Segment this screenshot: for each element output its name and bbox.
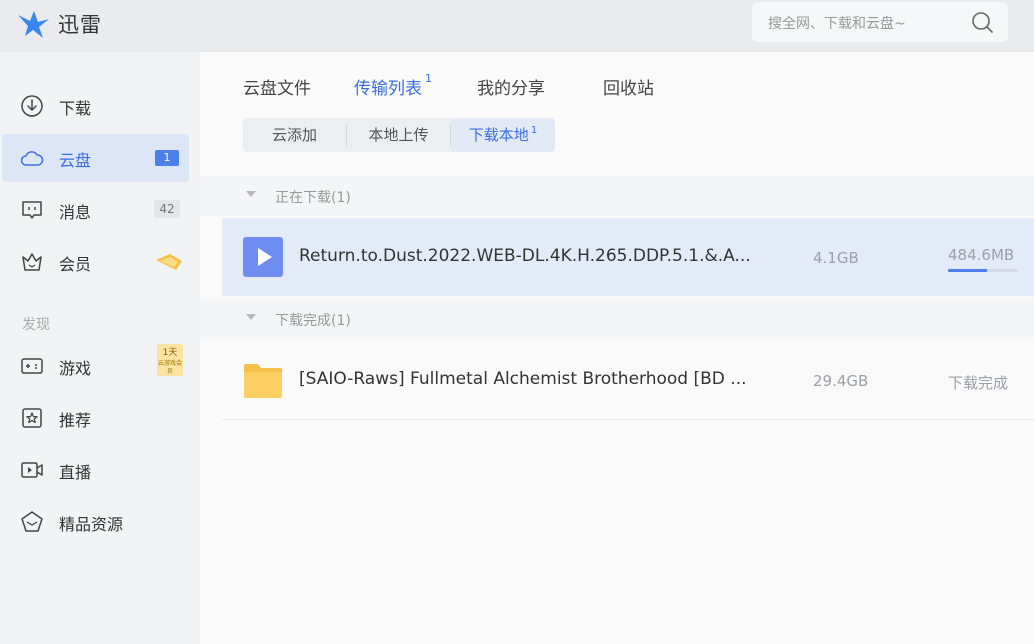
progress-bar bbox=[948, 269, 1018, 272]
list-item[interactable]: Return.to.Dust.2022.WEB-DL.4K.H.265.DDP.… bbox=[222, 218, 1034, 296]
collapse-arrow-icon[interactable] bbox=[246, 314, 256, 320]
search-box[interactable]: 搜全网、下载和云盘~ bbox=[752, 2, 1008, 42]
video-play-icon bbox=[243, 237, 283, 277]
tab-label: 传输列表 bbox=[354, 79, 422, 99]
count-badge: 42 bbox=[154, 200, 180, 218]
tab-transfer-list[interactable]: 传输列表1 bbox=[354, 72, 432, 99]
tag-bottom: 云游戏会员 bbox=[157, 360, 182, 375]
subtab-label: 下载本地 bbox=[468, 126, 529, 144]
group-title: 正在下载(1) bbox=[275, 190, 351, 206]
status-text: 下载完成 bbox=[948, 374, 1009, 392]
subtab-cloud-add[interactable]: 云添加 bbox=[243, 118, 346, 152]
tag-top: 1天 bbox=[162, 348, 178, 358]
vip-ticket-icon bbox=[156, 254, 182, 270]
sidebar-item-vip[interactable]: 会员 bbox=[2, 238, 189, 286]
search-input[interactable]: 搜全网、下载和云盘~ bbox=[768, 13, 906, 33]
top-bar: 迅雷 搜全网、下载和云盘~ bbox=[0, 0, 1034, 52]
sidebar-item-label: 游戏 bbox=[59, 359, 92, 378]
app-logo[interactable]: 迅雷 bbox=[16, 6, 102, 42]
sidebar-item-label: 精品资源 bbox=[59, 515, 124, 534]
subtab-bar: 云添加 本地上传 下载本地 1 bbox=[243, 118, 555, 152]
app-title: 迅雷 bbox=[58, 13, 102, 37]
sidebar-item-messages[interactable]: 消息 42 bbox=[2, 186, 189, 234]
subtab-download-local[interactable]: 下载本地 1 bbox=[451, 118, 555, 152]
file-size: 4.1GB bbox=[813, 249, 859, 267]
main-panel: 云盘文件 传输列表1 我的分享 回收站 云添加 本地上传 下载本地 1 正在下载(… bbox=[200, 52, 1034, 644]
divider bbox=[222, 419, 1034, 420]
list-item[interactable]: [SAIO-Raws] Fullmetal Alchemist Brotherh… bbox=[222, 341, 1034, 419]
gamepad-icon bbox=[21, 358, 43, 374]
sidebar: 下载 云盘 1 消息 42 会员 发现 游戏 1天 云游戏会员 推荐 直播 精品… bbox=[0, 52, 200, 644]
tab-cloud-files[interactable]: 云盘文件 bbox=[243, 74, 311, 99]
sidebar-item-live[interactable]: 直播 bbox=[2, 446, 189, 494]
cloud-game-tag[interactable]: 1天 云游戏会员 bbox=[157, 344, 183, 376]
star-icon bbox=[22, 408, 42, 428]
section-discover: 发现 bbox=[22, 317, 50, 333]
subtab-local-upload[interactable]: 本地上传 bbox=[347, 118, 450, 152]
progress-fill bbox=[948, 269, 988, 272]
sidebar-item-label: 直播 bbox=[59, 463, 92, 482]
sidebar-item-resources[interactable]: 精品资源 bbox=[2, 498, 189, 546]
crown-icon bbox=[22, 253, 42, 271]
live-icon bbox=[21, 462, 43, 478]
sidebar-item-label: 推荐 bbox=[59, 411, 92, 430]
tab-my-shares[interactable]: 我的分享 bbox=[477, 74, 545, 99]
gem-icon bbox=[21, 511, 43, 532]
sidebar-item-label: 会员 bbox=[59, 255, 92, 274]
group-title: 下载完成(1) bbox=[275, 313, 351, 329]
cloud-icon bbox=[20, 151, 44, 166]
sidebar-item-download[interactable]: 下载 bbox=[2, 82, 189, 130]
sidebar-item-recommend[interactable]: 推荐 bbox=[2, 394, 189, 442]
folder-icon bbox=[244, 364, 282, 398]
download-icon bbox=[21, 95, 43, 117]
subtab-label: 本地上传 bbox=[368, 126, 429, 144]
downloaded-amount: 484.6MB bbox=[948, 246, 1015, 264]
sidebar-item-label: 消息 bbox=[59, 203, 92, 222]
subtab-badge: 1 bbox=[530, 125, 538, 136]
group-header-completed[interactable]: 下载完成(1) bbox=[200, 299, 1034, 339]
group-header-downloading[interactable]: 正在下载(1) bbox=[200, 176, 1034, 216]
sidebar-item-cloud[interactable]: 云盘 1 bbox=[2, 134, 189, 182]
tab-label: 回收站 bbox=[603, 79, 654, 99]
tab-label: 云盘文件 bbox=[243, 79, 311, 99]
thunder-bird-icon bbox=[18, 11, 49, 38]
subtab-label: 云添加 bbox=[271, 126, 317, 144]
message-icon bbox=[22, 201, 42, 219]
search-icon[interactable] bbox=[970, 10, 994, 34]
tab-recycle-bin[interactable]: 回收站 bbox=[603, 74, 654, 99]
tab-badge: 1 bbox=[425, 72, 432, 85]
count-badge: 1 bbox=[155, 150, 179, 166]
file-size: 29.4GB bbox=[813, 372, 869, 390]
sidebar-item-games[interactable]: 游戏 1天 云游戏会员 bbox=[2, 342, 189, 390]
collapse-arrow-icon[interactable] bbox=[246, 191, 256, 197]
sidebar-item-label: 下载 bbox=[59, 99, 92, 118]
tab-label: 我的分享 bbox=[477, 79, 545, 99]
sidebar-item-label: 云盘 bbox=[59, 151, 92, 170]
file-name: Return.to.Dust.2022.WEB-DL.4K.H.265.DDP.… bbox=[299, 246, 749, 266]
file-name: [SAIO-Raws] Fullmetal Alchemist Brotherh… bbox=[299, 369, 747, 389]
